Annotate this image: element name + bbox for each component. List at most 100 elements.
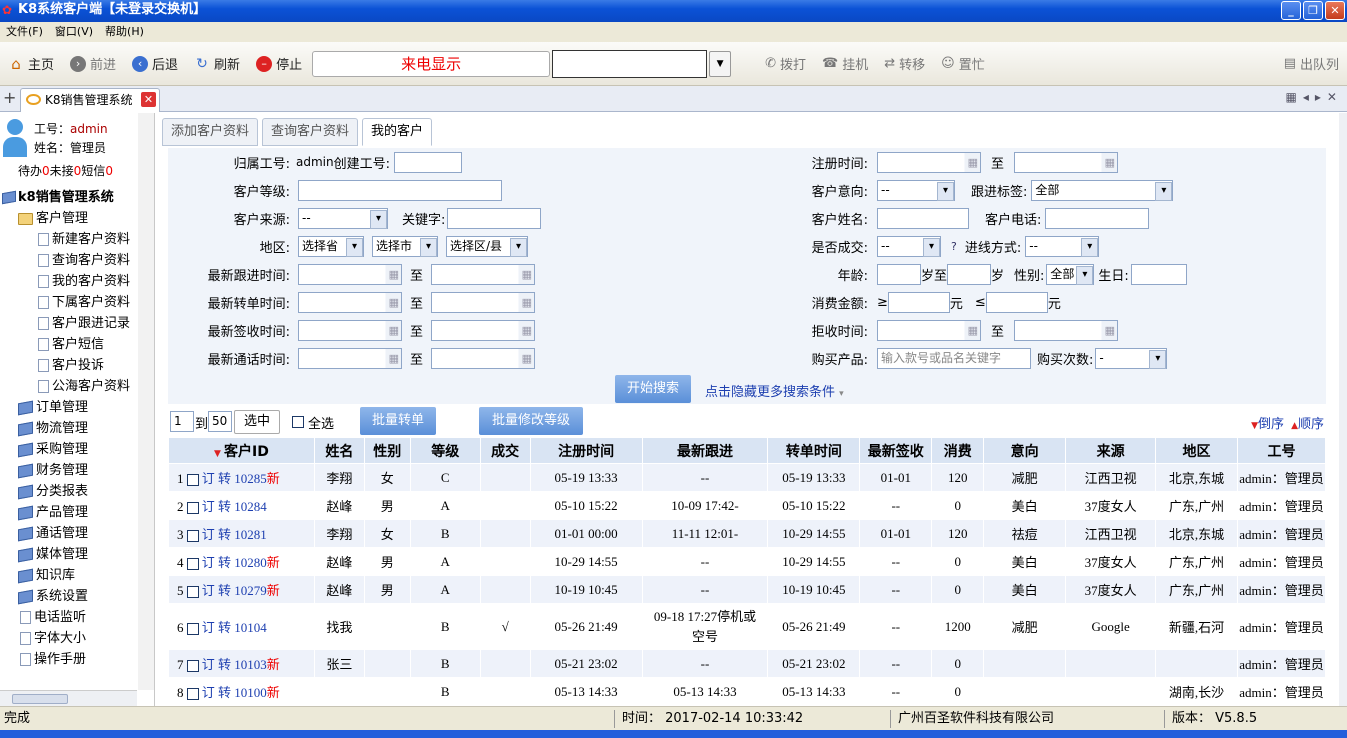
hangup-button[interactable]: ☎ 挂机: [814, 49, 876, 79]
order-link[interactable]: 订: [202, 657, 215, 672]
sort-asc-link[interactable]: ▲顺序: [1291, 413, 1324, 432]
tree-module-5[interactable]: 产品管理: [0, 502, 155, 523]
transfer-time-from[interactable]: [298, 291, 402, 313]
table-row[interactable]: 5 订 转 10279新 赵峰男 A 10-19 10:45 -- 10-19 10:45…: [168, 575, 1327, 604]
tree-extra-1[interactable]: 字体大小: [0, 628, 155, 649]
keyword-input[interactable]: [447, 207, 542, 229]
table-row[interactable]: 4 订 转 10280新 赵峰男 A 10-29 14:55 -- 10-29 14:55…: [168, 547, 1327, 576]
times-select[interactable]: -: [1095, 347, 1168, 369]
gender-select[interactable]: 全部: [1046, 263, 1095, 285]
reject-time-to[interactable]: [1014, 319, 1119, 341]
column-header[interactable]: 注册时间: [529, 437, 643, 464]
reg-time-from[interactable]: [877, 151, 981, 173]
order-link[interactable]: 订: [202, 555, 215, 570]
help-icon[interactable]: ?: [951, 240, 957, 253]
main-scrollbar[interactable]: [1339, 113, 1347, 706]
order-link[interactable]: 订: [202, 685, 215, 700]
menu-window[interactable]: 窗口(V): [49, 22, 99, 42]
row-checkbox[interactable]: [186, 623, 199, 636]
phone-input[interactable]: [1045, 207, 1150, 229]
tree-customer-item-4[interactable]: 客户跟进记录: [0, 313, 155, 334]
tree-module-2[interactable]: 采购管理: [0, 439, 155, 460]
menu-file[interactable]: 文件(F): [0, 22, 49, 42]
sign-time-to[interactable]: [431, 319, 536, 341]
range-to-input[interactable]: 50: [208, 411, 232, 432]
reject-time-from[interactable]: [877, 319, 981, 341]
order-link[interactable]: 订: [202, 471, 215, 486]
select-range-button[interactable]: 选中: [234, 410, 280, 434]
tree-module-9[interactable]: 系统设置: [0, 586, 155, 607]
column-header[interactable]: 来源: [1065, 437, 1157, 464]
tab-add-customer[interactable]: 添加客户资料: [162, 118, 259, 146]
select-all-checkbox[interactable]: [292, 416, 304, 428]
customer-id-link[interactable]: 10285: [234, 471, 267, 486]
follow-time-from[interactable]: [298, 263, 402, 285]
table-row[interactable]: 6 订 转 10104 找我 B √ 05-26 21:49 09-18 17:27停机或…: [168, 603, 1327, 650]
refresh-button[interactable]: ↻ 刷新: [186, 49, 248, 79]
sort-desc-link[interactable]: ▼倒序: [1251, 413, 1284, 432]
range-from-input[interactable]: 1: [170, 411, 194, 432]
row-checkbox[interactable]: [186, 688, 199, 701]
maximize-button[interactable]: ❐: [1303, 1, 1323, 20]
minimize-button[interactable]: _: [1281, 1, 1301, 20]
column-header[interactable]: ▼ 客户ID: [168, 437, 315, 464]
tree-customer-item-1[interactable]: 查询客户资料: [0, 250, 155, 271]
customer-id-link[interactable]: 10284: [234, 499, 267, 514]
order-link[interactable]: 订: [202, 583, 215, 598]
tab-navigation[interactable]: ▦◂▸✕: [1286, 90, 1343, 104]
level-input[interactable]: [298, 179, 502, 201]
sidebar-scrollbar[interactable]: [138, 113, 154, 690]
batch-level-button[interactable]: 批量修改等级: [479, 407, 583, 435]
tree-module-1[interactable]: 物流管理: [0, 418, 155, 439]
channel-select[interactable]: --: [1025, 235, 1100, 257]
row-checkbox[interactable]: [186, 660, 199, 673]
product-input[interactable]: 输入款号或品名关键字: [877, 347, 1031, 369]
add-tab-icon[interactable]: +: [3, 88, 16, 107]
tree-extra-0[interactable]: 电话监听: [0, 607, 155, 628]
order-link[interactable]: 订: [202, 527, 215, 542]
sign-time-from[interactable]: [298, 319, 402, 341]
transfer-link[interactable]: 转: [218, 685, 231, 700]
table-row[interactable]: 7 订 转 10103新 张三 B 05-21 23:02 -- 05-21 23:02-…: [168, 649, 1327, 678]
customer-id-link[interactable]: 10100: [234, 685, 267, 700]
creator-input[interactable]: [394, 151, 462, 173]
tree-customer-management[interactable]: 客户管理: [0, 208, 155, 229]
transfer-link[interactable]: 转: [218, 583, 231, 598]
age-from-input[interactable]: [877, 263, 921, 285]
tree-customer-item-2[interactable]: 我的客户资料: [0, 271, 155, 292]
spend-min-input[interactable]: [887, 291, 950, 313]
row-checkbox[interactable]: [186, 474, 199, 487]
call-time-from[interactable]: [298, 347, 402, 369]
close-window-button[interactable]: ✕: [1325, 1, 1345, 20]
source-select[interactable]: --: [298, 207, 388, 229]
transfer-button[interactable]: ⇄ 转移: [876, 49, 933, 79]
batch-transfer-button[interactable]: 批量转单: [360, 407, 436, 435]
table-row[interactable]: 8 订 转 10100新 B 05-13 14:33 05-13 14:33 05-13…: [168, 677, 1327, 706]
birthday-input[interactable]: [1130, 263, 1187, 285]
customer-id-link[interactable]: 10279: [234, 583, 267, 598]
menu-help[interactable]: 帮助(H): [99, 22, 150, 42]
tree-customer-item-0[interactable]: 新建客户资料: [0, 229, 155, 250]
province-select[interactable]: 选择省: [298, 235, 364, 257]
tab-query-customer[interactable]: 查询客户资料: [262, 118, 359, 146]
start-search-button[interactable]: 开始搜索: [615, 375, 691, 403]
stop-button[interactable]: – 停止: [248, 49, 310, 79]
phone-number-input[interactable]: [552, 49, 708, 78]
phone-dropdown-button[interactable]: ▼: [709, 50, 732, 77]
transfer-link[interactable]: 转: [218, 499, 231, 514]
pending-counts[interactable]: 待办0未接0短信0: [18, 162, 113, 179]
forward-button[interactable]: › 前进: [62, 49, 124, 79]
spend-max-input[interactable]: [985, 291, 1048, 313]
transfer-link[interactable]: 转: [218, 555, 231, 570]
transfer-time-to[interactable]: [431, 291, 536, 313]
tree-module-8[interactable]: 知识库: [0, 565, 155, 586]
row-checkbox[interactable]: [186, 558, 199, 571]
column-header[interactable]: 地区: [1155, 437, 1238, 464]
column-header[interactable]: 最新签收: [859, 437, 933, 464]
column-header[interactable]: 性别: [363, 437, 411, 464]
order-link[interactable]: 订: [202, 499, 215, 514]
tree-module-3[interactable]: 财务管理: [0, 460, 155, 481]
transfer-link[interactable]: 转: [218, 471, 231, 486]
row-checkbox[interactable]: [186, 530, 199, 543]
column-header[interactable]: 等级: [409, 437, 481, 464]
